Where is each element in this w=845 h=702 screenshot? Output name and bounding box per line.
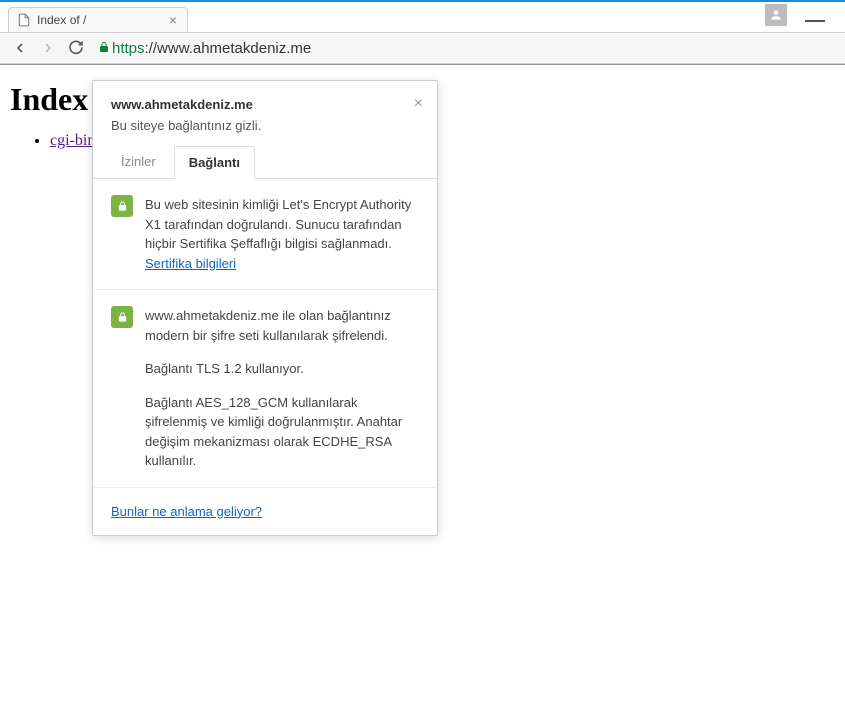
popup-close-button[interactable]: ×	[414, 95, 423, 113]
help-link[interactable]: Bunlar ne anlama geliyor?	[111, 504, 262, 519]
identity-section: Bu web sitesinin kimliği Let's Encrypt A…	[93, 179, 437, 290]
forward-button[interactable]	[36, 36, 60, 60]
encryption-section: www.ahmetakdeniz.me ile olan bağlantınız…	[93, 290, 437, 488]
encryption-text-3: Bağlantı AES_128_GCM kullanılarak şifrel…	[145, 393, 419, 471]
browser-tab[interactable]: Index of / ×	[8, 7, 188, 32]
lock-icon	[111, 306, 133, 328]
certificate-info-link[interactable]: Sertifika bilgileri	[145, 256, 236, 271]
encryption-text-2: Bağlantı TLS 1.2 kullanıyor.	[145, 359, 419, 379]
file-icon	[17, 13, 31, 27]
url-rest: ://www.ahmetakdeniz.me	[145, 40, 312, 57]
identity-text: Bu web sitesinin kimliği Let's Encrypt A…	[145, 197, 411, 251]
address-bar[interactable]: https://www.ahmetakdeniz.me	[98, 40, 837, 57]
lock-icon	[111, 195, 133, 217]
back-button[interactable]	[8, 36, 32, 60]
popup-site-name: www.ahmetakdeniz.me	[111, 97, 419, 112]
tab-permissions[interactable]: İzinler	[107, 146, 170, 179]
reload-button[interactable]	[64, 36, 88, 60]
tab-connection[interactable]: Bağlantı	[174, 146, 255, 179]
lock-icon[interactable]	[98, 40, 110, 57]
browser-toolbar: https://www.ahmetakdeniz.me	[0, 32, 845, 64]
popup-header: www.ahmetakdeniz.me Bu siteye bağlantını…	[93, 81, 437, 145]
tab-strip: Index of / ×	[0, 2, 845, 32]
tab-title: Index of /	[37, 13, 163, 27]
popup-tabs: İzinler Bağlantı	[93, 145, 437, 179]
url-protocol: https	[112, 40, 145, 57]
url-text: https://www.ahmetakdeniz.me	[112, 40, 311, 57]
site-info-popup: www.ahmetakdeniz.me Bu siteye bağlantını…	[92, 80, 438, 536]
tab-close-button[interactable]: ×	[169, 13, 177, 27]
popup-footer: Bunlar ne anlama geliyor?	[93, 488, 437, 535]
encryption-text-1: www.ahmetakdeniz.me ile olan bağlantınız…	[145, 306, 419, 345]
window-minimize-button[interactable]	[805, 19, 825, 22]
user-profile-button[interactable]	[765, 4, 787, 26]
popup-subtitle: Bu siteye bağlantınız gizli.	[111, 118, 419, 133]
